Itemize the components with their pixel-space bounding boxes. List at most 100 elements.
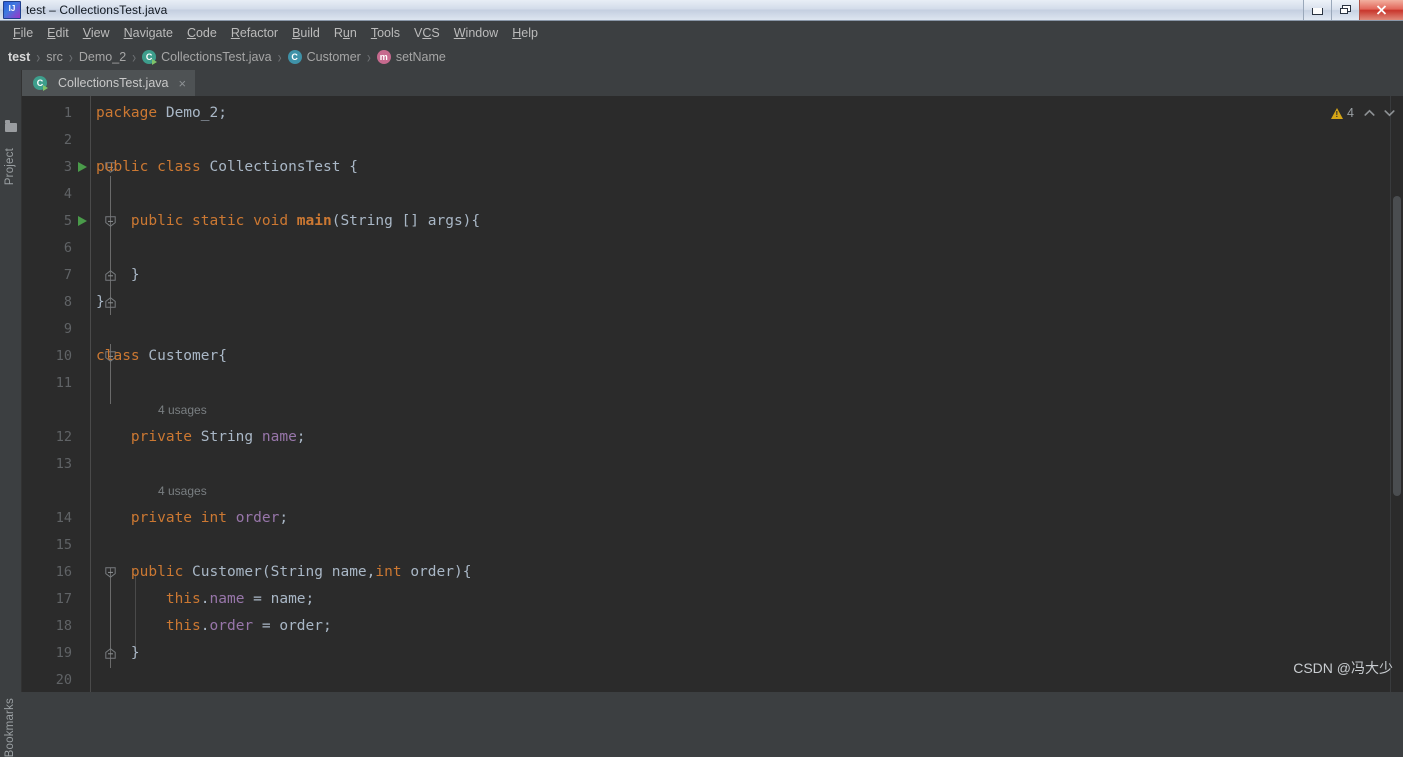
code-line: 16 public Customer(String name,int order…: [22, 559, 1403, 586]
warning-count: 4: [1347, 106, 1354, 120]
code-text: public class CollectionsTest {: [96, 159, 358, 175]
run-gutter-icon[interactable]: [78, 162, 87, 172]
code-line: 1 package Demo_2;: [22, 100, 1403, 127]
window-titlebar: test – CollectionsTest.java: [0, 0, 1403, 21]
code-line: 3 public class CollectionsTest {: [22, 154, 1403, 181]
breadcrumb-label: CollectionsTest.java: [161, 50, 272, 64]
fold-collapse-icon[interactable]: [105, 297, 116, 308]
close-button[interactable]: [1359, 0, 1403, 20]
line-number: 2: [63, 132, 72, 148]
line-number: 9: [63, 321, 72, 337]
code-text: public Customer(String name,int order){: [130, 564, 472, 580]
breadcrumb-item-customer[interactable]: C Customer: [287, 50, 361, 64]
chevron-down-icon[interactable]: [1384, 107, 1395, 119]
code-line: 18 this.order = order;: [22, 613, 1403, 640]
usages-hint[interactable]: 4 usages: [158, 397, 207, 424]
breadcrumb-item-collectionstest-java[interactable]: C CollectionsTest.java: [142, 50, 272, 65]
code-line: 4: [22, 181, 1403, 208]
code-line: 20: [22, 667, 1403, 692]
code-line: 15: [22, 532, 1403, 559]
restore-button[interactable]: [1331, 0, 1359, 20]
line-number: 14: [55, 510, 72, 526]
scrollbar-thumb[interactable]: [1393, 196, 1401, 496]
folder-icon: [5, 120, 17, 132]
editor-tab-label: CollectionsTest.java: [58, 76, 169, 90]
left-tool-strip: Project Bookmarks: [0, 70, 22, 757]
breadcrumb: test › src › Demo_2 › C CollectionsTest.…: [0, 44, 446, 70]
java-method-icon: m: [376, 50, 391, 64]
chevron-up-icon[interactable]: [1364, 107, 1375, 119]
line-number: 7: [63, 267, 72, 283]
breadcrumb-item-demo2[interactable]: Demo_2: [79, 50, 126, 64]
close-icon[interactable]: ×: [178, 77, 186, 90]
code-line: 12 private String name;: [22, 424, 1403, 451]
java-class-icon: C: [287, 50, 302, 64]
java-file-icon: C: [33, 76, 48, 91]
code-line: 6: [22, 235, 1403, 262]
line-number: 13: [55, 456, 72, 472]
close-icon: [1376, 5, 1387, 15]
code-text: private String name;: [130, 429, 306, 445]
line-number: 6: [63, 240, 72, 256]
breadcrumb-item-test[interactable]: test: [8, 50, 30, 64]
menu-file[interactable]: File: [6, 24, 40, 42]
line-number: 8: [63, 294, 72, 310]
menu-refactor[interactable]: Refactor: [224, 24, 285, 42]
menu-run[interactable]: Run: [327, 24, 364, 42]
editor-scrollbar[interactable]: [1391, 96, 1403, 692]
breadcrumb-item-src[interactable]: src: [46, 50, 63, 64]
code-line: 11: [22, 370, 1403, 397]
code-text: this.order = order;: [165, 618, 332, 634]
intellij-idea-window: test – CollectionsTest.java File Edit Vi…: [0, 0, 1403, 757]
code-line: 5 public static void main(String [] args…: [22, 208, 1403, 235]
breadcrumb-label: src: [46, 50, 63, 64]
java-file-icon: C: [142, 50, 158, 65]
editor-tab-collectionstest-java[interactable]: C CollectionsTest.java ×: [22, 70, 196, 96]
code-vision-hint-row: 4 usages: [22, 397, 1403, 424]
code-text: }: [96, 267, 140, 283]
usages-hint[interactable]: 4 usages: [158, 478, 207, 505]
menu-help[interactable]: Help: [505, 24, 545, 42]
watermark: CSDN @冯大少: [1293, 660, 1393, 676]
line-number: 12: [55, 429, 72, 445]
breadcrumb-label: test: [8, 50, 31, 64]
breadcrumb-separator: ›: [68, 47, 73, 67]
breadcrumb-separator: ›: [132, 47, 137, 67]
menu-window[interactable]: Window: [447, 24, 505, 42]
menu-code[interactable]: Code: [180, 24, 224, 42]
breadcrumb-item-setname[interactable]: m setName: [376, 50, 446, 64]
editor-tab-strip: C CollectionsTest.java ×: [22, 70, 1403, 96]
line-number: 19: [55, 645, 72, 661]
code-vision-hint-row: 4 usages: [22, 478, 1403, 505]
menu-bar: File Edit View Navigate Code Refactor Bu…: [0, 21, 1403, 44]
line-number: 17: [55, 591, 72, 607]
tool-window-button-bookmarks[interactable]: Bookmarks: [4, 698, 16, 757]
minimize-button[interactable]: [1303, 0, 1331, 20]
intellij-idea-icon: [3, 1, 21, 19]
code-line: 10 class Customer{: [22, 343, 1403, 370]
line-number: 11: [55, 375, 72, 391]
menu-vcs[interactable]: VCS: [407, 24, 447, 42]
breadcrumb-separator: ›: [366, 47, 371, 67]
menu-view[interactable]: View: [76, 24, 117, 42]
code-line: 19 }: [22, 640, 1403, 667]
menu-tools[interactable]: Tools: [364, 24, 407, 42]
line-number: 18: [55, 618, 72, 634]
code-text: package Demo_2;: [96, 105, 227, 121]
inspection-widget[interactable]: 4: [1331, 104, 1395, 122]
line-number: 4: [63, 186, 72, 202]
menu-edit[interactable]: Edit: [40, 24, 76, 42]
code-line: 9: [22, 316, 1403, 343]
code-text: private int order;: [130, 510, 289, 526]
line-number: 1: [63, 105, 72, 121]
code-editor[interactable]: 1 package Demo_2; 2 3 public class Colle…: [22, 96, 1403, 692]
code-line: 13: [22, 451, 1403, 478]
run-gutter-icon[interactable]: [78, 216, 87, 226]
menu-navigate[interactable]: Navigate: [117, 24, 180, 42]
tool-window-button-project[interactable]: Project: [4, 148, 16, 185]
line-number: 10: [55, 348, 72, 364]
breadcrumb-label: setName: [395, 50, 446, 64]
breadcrumb-label: Customer: [306, 50, 361, 64]
menu-build[interactable]: Build: [285, 24, 327, 42]
breadcrumb-label: Demo_2: [78, 50, 127, 64]
